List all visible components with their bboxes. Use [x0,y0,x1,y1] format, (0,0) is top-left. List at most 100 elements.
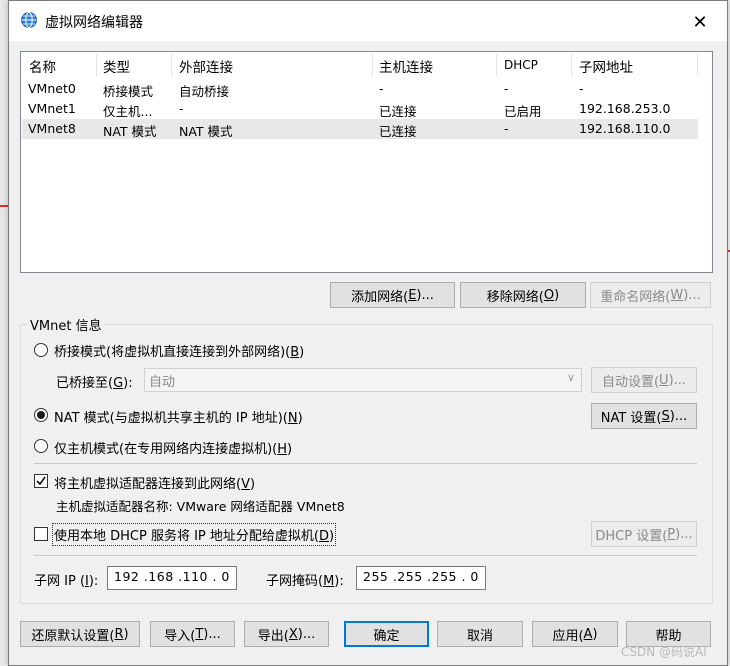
export-button[interactable]: 导出(X)... [244,621,329,647]
cell-external: - [179,101,184,116]
import-label: 导入( [164,628,196,644]
connect-adapter-checkbox[interactable] [34,474,48,488]
bridged-mode-suffix: ) [299,345,305,360]
nat-settings-hotkey: S [661,408,670,424]
rename-network-suffix: )... [683,287,701,303]
bridged-to-suffix: ): [123,376,133,391]
virtual-network-editor-dialog: 虚拟网络编辑器 ✕ 名称 类型 外部连接 主机连接 DHCP 子网地址 VMne… [8,0,728,666]
column-header-external[interactable]: 外部连接 [179,56,233,76]
add-network-label: 添加网络( [351,289,409,305]
bridged-to-label: 已桥接至(G): [56,372,133,391]
column-header-subnet[interactable]: 子网地址 [579,56,633,76]
use-dhcp-label[interactable]: 使用本地 DHCP 服务将 IP 地址分配给虚拟机(D) [51,523,337,546]
nat-settings-button[interactable]: NAT 设置(S)... [591,403,697,429]
column-header-host[interactable]: 主机连接 [379,56,433,76]
host-only-mode-label[interactable]: 仅主机模式(在专用网络内连接虚拟机)(H) [54,438,292,457]
restore-defaults-suffix: ) [123,626,129,642]
auto-settings-button[interactable]: 自动设置(U)... [591,367,697,393]
bridged-to-hotkey: G [113,376,124,391]
subnet-mask-input[interactable]: 255 .255 .255 . 0 [356,566,486,590]
dhcp-settings-button[interactable]: DHCP 设置(P)... [591,521,697,547]
export-label: 导出( [257,628,289,644]
background-window-left [0,0,8,666]
subnet-mask-text: 子网掩码( [266,574,324,589]
network-globe-icon [21,12,37,28]
restore-defaults-hotkey: R [114,626,124,642]
close-icon[interactable]: ✕ [681,7,719,37]
subnet-ip-input[interactable]: 192 .168 .110 . 0 [107,566,237,590]
checkmark-icon [36,476,46,486]
cancel-button[interactable]: 取消 [437,621,523,647]
table-row[interactable]: VMnet0 桥接模式 自动桥接 - - - [22,79,698,99]
table-row-selected[interactable]: VMnet8 NAT 模式 NAT 模式 已连接 - 192.168.110.0 [22,119,698,139]
nat-settings-suffix: )... [669,408,688,424]
apply-button[interactable]: 应用(A) [532,621,618,647]
apply-label: 应用( [552,628,584,644]
rename-network-button[interactable]: 重命名网络(W)... [590,282,711,308]
auto-settings-label: 自动设置( [601,374,660,390]
network-list[interactable]: 名称 类型 外部连接 主机连接 DHCP 子网地址 VMnet0 桥接模式 自动… [20,51,713,273]
apply-hotkey: A [583,626,593,642]
cell-name: VMnet1 [28,101,76,116]
column-divider[interactable] [496,54,497,76]
column-header-dhcp[interactable]: DHCP [504,58,538,72]
cell-dhcp: - [504,81,509,96]
remove-network-hotkey: O [543,287,555,303]
ok-button[interactable]: 确定 [344,621,429,647]
bridged-mode-hotkey: B [290,345,300,360]
remove-network-label: 移除网络( [486,289,544,305]
import-button[interactable]: 导入(T)... [150,621,235,647]
subnet-mask-label: 子网掩码(M): [266,570,344,589]
bridged-mode-radio[interactable] [34,343,48,357]
nat-mode-text: NAT 模式(与虚拟机共享主机的 IP 地址)( [54,411,288,426]
dialog-title: 虚拟网络编辑器 [45,15,143,31]
column-divider[interactable] [372,54,373,76]
background-red-mark-left [0,205,8,207]
auto-settings-suffix: )... [668,372,687,388]
add-network-suffix: )... [416,287,434,303]
dhcp-settings-suffix: )... [675,526,693,542]
vmnet-info-group [20,324,713,604]
rename-network-hotkey: W [670,287,684,303]
column-divider[interactable] [96,54,97,76]
export-hotkey: X [288,626,298,642]
column-header-name[interactable]: 名称 [29,56,56,76]
apply-suffix: ) [592,626,598,642]
remove-network-button[interactable]: 移除网络(O) [460,282,586,308]
cell-host: 已连接 [379,124,417,139]
connect-adapter-suffix: ) [249,477,256,492]
host-only-mode-radio[interactable] [34,439,48,453]
restore-defaults-button[interactable]: 还原默认设置(R) [20,621,140,647]
host-only-mode-hotkey: H [277,442,287,457]
add-network-hotkey: E [408,287,417,303]
bridged-mode-label[interactable]: 桥接模式(将虚拟机直接连接到外部网络)(B) [54,341,304,360]
column-header-type[interactable]: 类型 [103,56,130,76]
column-divider[interactable] [697,54,698,76]
bridged-to-select[interactable]: 自动 ∨ [144,368,582,392]
subnet-mask-suffix: ): [334,574,344,589]
cell-dhcp: 已启用 [504,104,542,119]
subnet-ip-suffix: ): [88,574,99,589]
nat-mode-radio[interactable] [34,408,48,422]
bridged-mode-text: 桥接模式(将虚拟机直接连接到外部网络)( [54,345,291,360]
cell-subnet: 192.168.110.0 [579,121,671,136]
column-divider[interactable] [171,54,172,76]
table-row[interactable]: VMnet1 仅主机... - 已连接 已启用 192.168.253.0 [22,99,698,119]
host-only-mode-suffix: ) [287,442,293,457]
divider [34,463,697,464]
column-divider[interactable] [571,54,572,76]
subnet-mask-hotkey: M [323,574,335,589]
nat-mode-label[interactable]: NAT 模式(与虚拟机共享主机的 IP 地址)(N) [54,407,303,426]
chevron-down-icon: ∨ [566,371,575,384]
cell-subnet: 192.168.253.0 [579,101,671,116]
host-only-mode-text: 仅主机模式(在专用网络内连接虚拟机)( [54,442,278,457]
export-suffix: )... [297,626,316,642]
cell-external: NAT 模式 [179,124,233,139]
watermark-text: CSDN @码说AI [621,645,707,659]
add-network-button[interactable]: 添加网络(E)... [330,282,455,308]
nat-settings-label: NAT 设置( [600,410,662,426]
bridged-to-value: 自动 [149,375,176,390]
connect-adapter-hotkey: V [241,477,250,492]
use-dhcp-checkbox[interactable] [34,527,48,541]
connect-adapter-label[interactable]: 将主机虚拟适配器连接到此网络(V) [54,473,255,492]
